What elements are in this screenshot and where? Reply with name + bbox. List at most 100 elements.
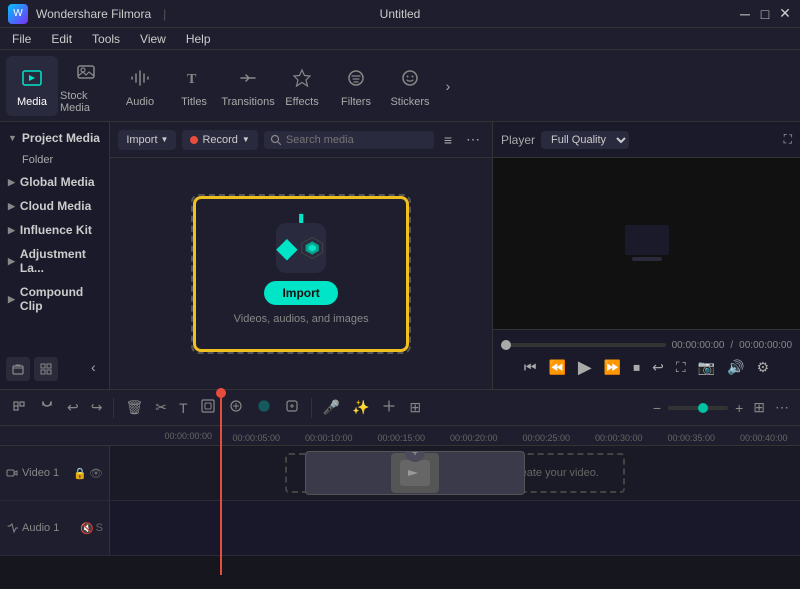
video-track-lock-button[interactable]: 🔒 <box>73 467 87 480</box>
sidebar-item-adjustment-layer[interactable]: ▶ Adjustment La... <box>0 242 109 280</box>
filter-sort-button[interactable]: ≡ <box>440 130 456 150</box>
tl-more-button[interactable]: ⋯ <box>772 397 792 418</box>
tl-ai-button[interactable] <box>281 396 303 419</box>
tl-mask-button[interactable] <box>225 396 247 419</box>
video-track-content[interactable]: + Drag and drop media and effects here t… <box>110 446 800 500</box>
more-options-button[interactable]: ⋯ <box>462 129 484 150</box>
sidebar-grid-view-button[interactable] <box>34 357 58 381</box>
filters-icon <box>342 64 370 92</box>
ruler-mark-6: 00:00:30:00 <box>583 433 656 443</box>
screenshot-button[interactable]: 📷 <box>695 357 718 378</box>
ruler-mark-1: 00:00:05:00 <box>220 433 293 443</box>
audio-track-content[interactable] <box>110 501 800 555</box>
zoom-out-button[interactable]: − <box>650 398 664 418</box>
media-drop-area[interactable]: ⬇ Import Videos, audios, and images <box>110 158 492 389</box>
zoom-slider[interactable] <box>668 406 728 410</box>
tl-color-button[interactable] <box>253 396 275 419</box>
tl-redo-button[interactable]: ↪ <box>88 397 106 418</box>
quality-select[interactable]: Full Quality 1/2 Quality 1/4 Quality <box>541 131 629 149</box>
search-input[interactable] <box>286 134 428 146</box>
player-header: Player Full Quality 1/2 Quality 1/4 Qual… <box>493 122 800 158</box>
step-back-button[interactable]: ⏪ <box>545 357 568 378</box>
loop-button[interactable]: ↩ <box>649 357 667 378</box>
ruler-mark-8: 00:00:40:00 <box>728 433 800 443</box>
tl-text-button[interactable]: T <box>176 398 191 418</box>
tl-transform-button[interactable] <box>197 396 219 419</box>
menu-tools[interactable]: Tools <box>88 30 124 48</box>
tl-snap-button[interactable] <box>8 396 30 419</box>
playhead-indicator <box>216 388 226 398</box>
audio-track-mute-button[interactable]: 🔇 <box>80 522 94 535</box>
tool-filters[interactable]: Filters <box>330 56 382 116</box>
tool-titles[interactable]: T Titles <box>168 56 220 116</box>
tl-voice-button[interactable]: 🎤 <box>320 397 343 418</box>
settings-button[interactable]: ⚙ <box>754 357 773 378</box>
progress-bar[interactable]: 00:00:00:00 / 00:00:00:00 <box>501 340 792 351</box>
menu-help[interactable]: Help <box>182 30 215 48</box>
tl-grid-button[interactable]: ⊞ <box>750 397 768 418</box>
ruler-mark-7: 00:00:35:00 <box>655 433 728 443</box>
go-start-button[interactable]: ⏮ <box>521 357 540 378</box>
step-forward-button[interactable]: ⏩ <box>601 357 624 378</box>
menu-view[interactable]: View <box>136 30 170 48</box>
tl-delete-button[interactable]: 🗑 <box>122 397 146 418</box>
media-toolbar: Import ▼ Record ▼ ≡ ⋯ <box>110 122 492 158</box>
tl-magnetic-button[interactable] <box>36 396 58 419</box>
drop-box: ⬇ Import Videos, audios, and images <box>191 194 411 354</box>
menu-file[interactable]: File <box>8 30 35 48</box>
tool-stock-media[interactable]: Stock Media <box>60 56 112 116</box>
sidebar-item-global-media[interactable]: ▶ Global Media <box>0 170 109 194</box>
tl-undo-button[interactable]: ↩ <box>64 397 82 418</box>
progress-track[interactable] <box>501 343 666 347</box>
drop-label: Videos, audios, and images <box>234 313 369 325</box>
toolbar: Media Stock Media Audio T Titles Transit… <box>0 50 800 122</box>
media-panel: Import ▼ Record ▼ ≡ ⋯ <box>110 122 492 389</box>
toolbar-expand-button[interactable]: › <box>438 56 458 116</box>
app-logo: W <box>8 4 28 24</box>
menu-bar: File Edit Tools View Help <box>0 28 800 50</box>
tool-media[interactable]: Media <box>6 56 58 116</box>
tl-effects-button[interactable]: ✨ <box>349 397 372 418</box>
video-track-icon <box>6 467 18 479</box>
tool-audio[interactable]: Audio <box>114 56 166 116</box>
record-button[interactable]: Record ▼ <box>182 130 257 150</box>
tl-layout-button[interactable]: ⊞ <box>406 397 424 418</box>
audio-track-solo-button[interactable]: S <box>96 522 103 535</box>
player-controls-bar: 00:00:00:00 / 00:00:00:00 ⏮ ⏪ ▶ ⏩ ⏹ ↩ ⛶ … <box>493 329 800 389</box>
go-end-button[interactable]: ⏹ <box>630 357 643 378</box>
sidebar-add-folder-button[interactable] <box>6 357 30 381</box>
sidebar-item-cloud-media[interactable]: ▶ Cloud Media <box>0 194 109 218</box>
sidebar-collapse-button[interactable]: ‹ <box>83 357 103 377</box>
sidebar-item-compound-clip[interactable]: ▶ Compound Clip <box>0 280 109 318</box>
player-buttons: ⏮ ⏪ ▶ ⏩ ⏹ ↩ ⛶ 📷 🔊 ⚙ <box>501 355 792 380</box>
search-box[interactable] <box>264 131 434 149</box>
minimize-button[interactable]: ─ <box>738 7 752 21</box>
tool-transitions[interactable]: Transitions <box>222 56 274 116</box>
video-clip[interactable]: + <box>305 451 525 495</box>
menu-edit[interactable]: Edit <box>47 30 76 48</box>
close-button[interactable]: ✕ <box>778 7 792 21</box>
tool-effects[interactable]: Effects <box>276 56 328 116</box>
tool-stickers[interactable]: Stickers <box>384 56 436 116</box>
sidebar-item-influence-kit[interactable]: ▶ Influence Kit <box>0 218 109 242</box>
maximize-button[interactable]: □ <box>758 7 772 21</box>
progress-thumb[interactable] <box>501 340 511 350</box>
tl-cut-button[interactable]: ✂ <box>152 397 170 418</box>
fullscreen-button[interactable]: ⛶ <box>673 357 689 378</box>
tl-speed-button[interactable] <box>378 396 400 419</box>
sidebar-project-media[interactable]: ▼ Project Media <box>0 126 109 150</box>
player-label: Player <box>501 133 535 147</box>
video-track-eye-button[interactable]: 👁 <box>89 467 103 480</box>
zoom-in-button[interactable]: + <box>732 398 746 418</box>
player-expand-button[interactable]: ⛶ <box>784 132 792 147</box>
volume-button[interactable]: 🔊 <box>724 357 747 378</box>
sidebar-bottom: ‹ <box>0 353 109 385</box>
record-dot-icon <box>190 136 198 144</box>
titles-icon: T <box>180 64 208 92</box>
ruler-mark-3: 00:00:15:00 <box>365 433 438 443</box>
import-button[interactable]: Import ▼ <box>118 130 176 150</box>
audio-track-header: Audio 1 🔇 S <box>0 501 110 555</box>
import-drop-button[interactable]: Import <box>264 281 337 305</box>
sidebar-folder[interactable]: Folder <box>0 150 109 170</box>
play-button[interactable]: ▶ <box>575 355 595 380</box>
